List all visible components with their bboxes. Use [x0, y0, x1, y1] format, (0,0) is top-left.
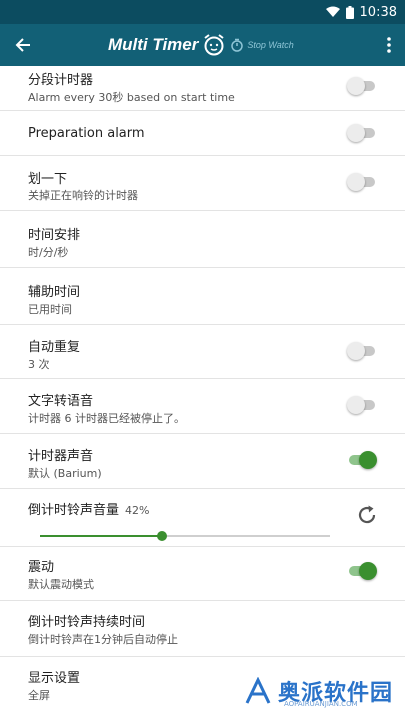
setting-subtitle: 时/分/秒 — [28, 246, 69, 259]
volume-label: 倒计时铃声音量 — [28, 503, 120, 518]
setting-subtitle: 默认 (Barium) — [28, 467, 102, 480]
reset-icon[interactable] — [355, 503, 379, 527]
setting-title: 文字转语音 — [28, 394, 94, 409]
slider-thumb[interactable] — [156, 531, 167, 541]
setting-title: 分段计时器 — [28, 73, 94, 88]
status-time: 10:38 — [359, 4, 397, 20]
setting-title: 倒计时铃声音量 42% — [28, 499, 149, 518]
setting-auxiliary-time[interactable]: 辅助时间 已用时间 — [0, 268, 405, 325]
wifi-icon — [325, 6, 340, 18]
slider-fill — [40, 535, 162, 537]
app-logo: Multi Timer Stop Watch — [108, 33, 294, 57]
setting-text-to-speech[interactable]: 文字转语音 计时器 6 计时器已经被停止了。 — [0, 379, 405, 434]
vibration-toggle[interactable] — [347, 561, 377, 581]
timer-sound-toggle[interactable] — [347, 450, 377, 470]
setting-auto-repeat[interactable]: 自动重复 3 次 — [0, 325, 405, 379]
interval-timer-toggle[interactable] — [347, 76, 377, 96]
setting-subtitle: 默认震动模式 — [28, 578, 94, 591]
setting-subtitle: 计时器 6 计时器已经被停止了。 — [28, 412, 185, 425]
setting-title: 显示设置 — [28, 671, 81, 686]
preparation-alarm-toggle[interactable] — [347, 123, 377, 143]
setting-title: Preparation alarm — [28, 126, 145, 141]
setting-title: 划一下 — [28, 172, 68, 187]
setting-preparation-alarm[interactable]: Preparation alarm — [0, 111, 405, 156]
setting-timer-sound[interactable]: 计时器声音 默认 (Barium) — [0, 434, 405, 489]
setting-interval-timer[interactable]: 分段计时器 Alarm every 30秒 based on start tim… — [0, 66, 405, 111]
stopwatch-icon — [230, 38, 244, 52]
setting-countdown-volume: 倒计时铃声音量 42% — [0, 489, 405, 547]
setting-title: 倒计时铃声持续时间 — [28, 615, 146, 630]
swipe-toggle[interactable] — [347, 172, 377, 192]
alarm-clock-icon — [202, 33, 226, 57]
setting-title: 震动 — [28, 560, 55, 575]
setting-subtitle: 3 次 — [28, 358, 50, 371]
volume-percent: 42% — [125, 504, 150, 517]
overflow-menu-icon[interactable] — [381, 33, 397, 57]
setting-subtitle: 倒计时铃声在1分钟后自动停止 — [28, 633, 178, 646]
app-bar: Multi Timer Stop Watch — [0, 24, 405, 66]
app-subtitle: Stop Watch — [247, 40, 294, 50]
auto-repeat-toggle[interactable] — [347, 341, 377, 361]
setting-time-format[interactable]: 时间安排 时/分/秒 — [0, 211, 405, 268]
watermark-a-icon — [244, 677, 272, 705]
watermark-logo: 奥派软件园 AOPAIRUANJIAN.COM — [244, 675, 393, 708]
setting-ring-duration[interactable]: 倒计时铃声持续时间 倒计时铃声在1分钟后自动停止 — [0, 601, 405, 657]
settings-list: 分段计时器 Alarm every 30秒 based on start tim… — [0, 66, 405, 713]
setting-vibration[interactable]: 震动 默认震动模式 — [0, 547, 405, 601]
setting-title: 计时器声音 — [28, 449, 94, 464]
setting-subtitle: 全屏 — [28, 689, 50, 702]
setting-title: 时间安排 — [28, 228, 81, 243]
volume-slider[interactable] — [40, 529, 330, 543]
battery-icon — [345, 5, 354, 19]
status-bar: 10:38 — [0, 0, 405, 24]
setting-title: 自动重复 — [28, 340, 81, 355]
setting-subtitle: 关掉正在响铃的计时器 — [28, 189, 138, 202]
setting-subtitle: 已用时间 — [28, 303, 72, 316]
setting-subtitle: Alarm every 30秒 based on start time — [28, 91, 235, 104]
setting-title: 辅助时间 — [28, 285, 81, 300]
setting-swipe[interactable]: 划一下 关掉正在响铃的计时器 — [0, 156, 405, 211]
watermark-subtext: AOPAIRUANJIAN.COM — [283, 700, 358, 708]
app-title: Multi Timer — [108, 35, 199, 54]
back-arrow-icon[interactable] — [8, 30, 38, 60]
text-to-speech-toggle[interactable] — [347, 395, 377, 415]
